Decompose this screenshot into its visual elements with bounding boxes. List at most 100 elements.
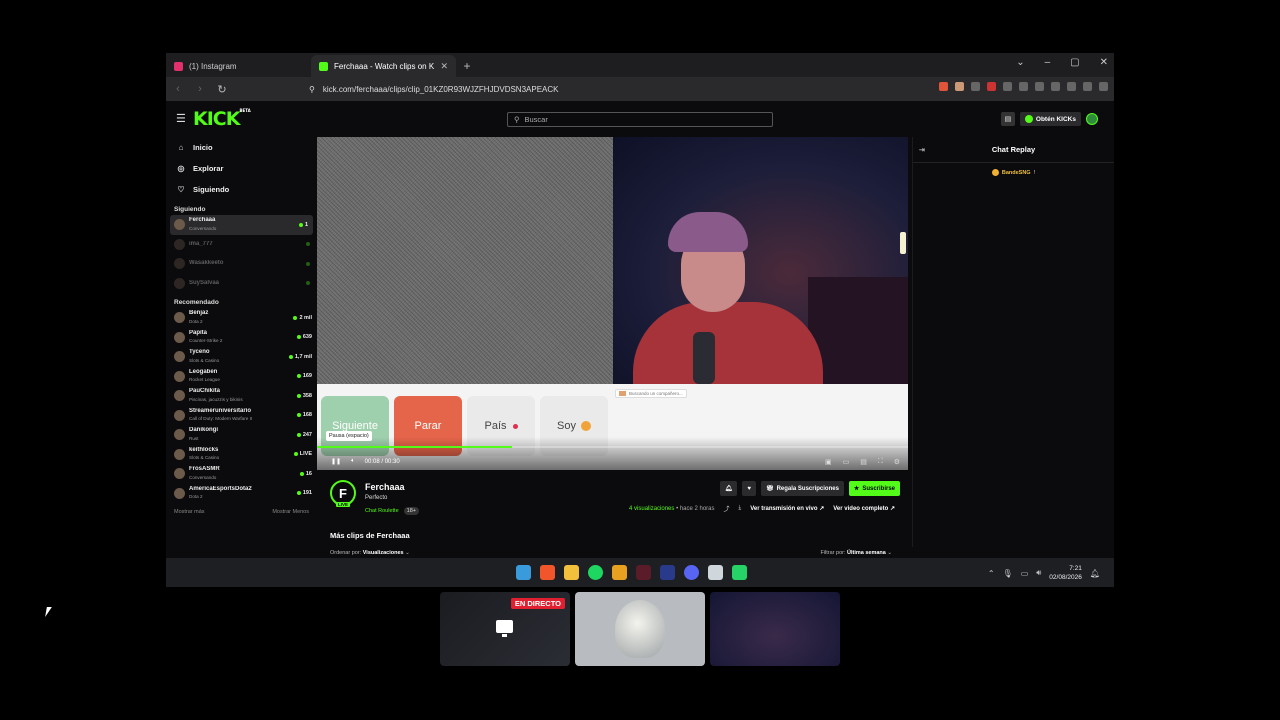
network-icon[interactable]: ▭ [1021,569,1029,578]
sidebar-channel[interactable]: Danikongi Rust 247 [166,425,317,445]
clock[interactable]: 7:21 02/08/2026 [1049,564,1082,582]
shield-icon[interactable] [1083,82,1092,91]
extension-icon[interactable] [987,82,996,91]
sidebar-channel[interactable]: ima_777 [166,235,317,255]
volume-icon[interactable]: 🔊︎ [1036,568,1041,578]
show-more-link[interactable]: Mostrar más [174,509,205,515]
tab-search-icon[interactable]: ⌄ [1016,57,1024,68]
collapse-chat-icon[interactable]: ⇥ [919,146,925,154]
gift-subs-label: Regala Suscripciones [776,485,839,492]
get-kicks-button[interactable]: Obtén KICKs [1019,112,1081,126]
microphone-icon[interactable]: 🎙︎ [1003,569,1013,578]
extension-icon[interactable] [971,82,980,91]
sidebar-channel[interactable]: keithlocks Slots & Casino LIVE [166,445,317,465]
wallet-icon[interactable] [1067,82,1076,91]
music-icon[interactable] [1035,82,1044,91]
full-video-link[interactable]: Ver video completo ↗ [833,505,895,512]
progress-bar[interactable] [317,446,908,448]
maximize-icon[interactable]: ▢ [1070,57,1079,68]
puzzle-icon[interactable] [1019,82,1028,91]
show-more-row: Mostrar más Mostrar Menos [166,503,317,521]
volume-icon[interactable]: 🔈︎ [351,458,355,465]
sidebar-channel[interactable]: Papita Counter-Strike 2 639 [166,328,317,348]
share-icon[interactable]: ⤴ [724,504,730,513]
sidebar-channel[interactable]: PauChikita Piscinas, jacuzzis y bikinis 35… [166,386,317,406]
menu-icon[interactable] [1099,82,1108,91]
controls-left: ❚❚ 🔈︎ 00:08 / 00:30 [331,458,400,465]
minimize-icon[interactable]: – [1045,57,1051,68]
discord-icon[interactable] [684,565,699,580]
mouse-cursor [45,607,52,617]
app-icon[interactable] [708,565,723,580]
avatar [174,351,185,363]
avatar [174,277,185,289]
clip-icon[interactable]: ▤ [860,458,867,466]
tab-kick[interactable]: Ferchaaa - Watch clips on Kic ✕ [311,55,456,77]
sidebar-item-inicio[interactable]: ⌂ Inicio [166,137,317,158]
tab-title: Ferchaaa - Watch clips on Kic [334,61,435,71]
header-actions: ▤ Obtén KICKs [1000,112,1098,126]
pause-icon[interactable]: ❚❚ [331,458,341,465]
gift-icon: 🎁︎ [765,486,774,492]
new-tab-button[interactable]: + [456,55,478,77]
download-icon[interactable]: ⤓ [739,505,742,512]
chevron-up-icon[interactable]: ⌃ [988,569,995,578]
notification-button[interactable]: 🔔︎ [719,481,738,496]
filter-by[interactable]: Filtrar por: Última semana ⌄ [820,550,892,556]
windows-start-icon[interactable] [516,565,531,580]
menu-icon[interactable]: ☰ [176,112,186,125]
reload-icon[interactable]: ↻ [216,83,228,96]
app-icon[interactable] [660,565,675,580]
sidebar-channel[interactable]: Benjaz Dota 2 2 mil [166,308,317,328]
category-link[interactable]: Chat Roulette [365,508,399,514]
sidebar-channel[interactable]: SuySalvaa [166,274,317,294]
close-window-icon[interactable]: ✕ [1100,57,1108,68]
order-by[interactable]: Ordenar por: Visualizaciones ⌄ [330,550,410,556]
miniplayer-icon[interactable]: ▣ [825,458,832,466]
notification-icon[interactable]: 🔔︎ [1090,569,1100,578]
sidebar-item-siguiendo[interactable]: ♡ Siguiendo [166,179,317,200]
kick-logo[interactable]: KICKBETA [193,108,251,130]
site-info-icon[interactable]: ⚲ [309,85,315,94]
file-explorer-icon[interactable] [564,565,579,580]
spotify-icon[interactable] [588,565,603,580]
avatar[interactable] [1086,113,1098,125]
extension-icon[interactable] [939,82,948,91]
app-icon[interactable] [612,565,627,580]
watch-live-link[interactable]: Ver transmisión en vivo ↗ [750,505,824,512]
video-player[interactable]: Siguiente Parar País Soy Buscando un com… [317,137,908,470]
sidebar-channel[interactable]: AmericaEsportsDota2 Dota 2 191 [166,484,317,504]
live-dot-icon [306,281,310,286]
chat-username[interactable]: BandeSNG [1002,170,1031,176]
subscribe-button[interactable]: ★ Suscribirse [848,481,900,496]
show-less-link[interactable]: Mostrar Menos [272,509,309,515]
gift-subs-button[interactable]: 🎁︎ Regala Suscripciones [760,481,844,496]
follow-button[interactable]: ♥ [742,481,756,496]
sidebar-icon[interactable] [1051,82,1060,91]
settings-icon[interactable]: ⚙ [894,458,900,466]
fullscreen-icon[interactable]: ⛶ [878,458,883,466]
channel-category: Slots & Casino [189,455,220,461]
sidebar-channel[interactable]: Ferchaaa Conversando 1 [170,215,313,235]
extension-icon[interactable] [1003,82,1012,91]
sidebar-channel[interactable]: FrosASMR Conversando 16 [166,464,317,484]
browse-icon[interactable]: ▤ [1000,112,1015,126]
channel-name[interactable]: Ferchaaa [365,482,405,492]
tab-instagram[interactable]: (1) Instagram [166,55,311,77]
stream-title: Perfecto [365,495,388,501]
forward-icon[interactable]: › [194,83,206,95]
app-icon[interactable] [636,565,651,580]
back-icon[interactable]: ‹ [172,83,184,95]
brave-icon[interactable] [540,565,555,580]
sidebar-channel[interactable]: Leogaben Rocket League 169 [166,367,317,387]
sidebar-channel[interactable]: Wasakkeeto [166,254,317,274]
theater-icon[interactable]: ▭ [843,458,850,466]
search-input[interactable]: ⚲ Buscar [507,112,773,127]
sidebar-channel[interactable]: Streameruniversitario Call of Duty: Moder… [166,406,317,426]
sidebar-item-explorar[interactable]: ◎ Explorar [166,158,317,179]
sidebar-channel[interactable]: Tyceno Slots & Casino 1,7 mil [166,347,317,367]
url-field[interactable]: ⚲ kick.com/ferchaaa/clips/clip_01KZ0R93W… [309,81,839,97]
whatsapp-icon[interactable] [732,565,747,580]
close-tab-icon[interactable]: ✕ [440,61,448,72]
extension-icon[interactable] [955,82,964,91]
